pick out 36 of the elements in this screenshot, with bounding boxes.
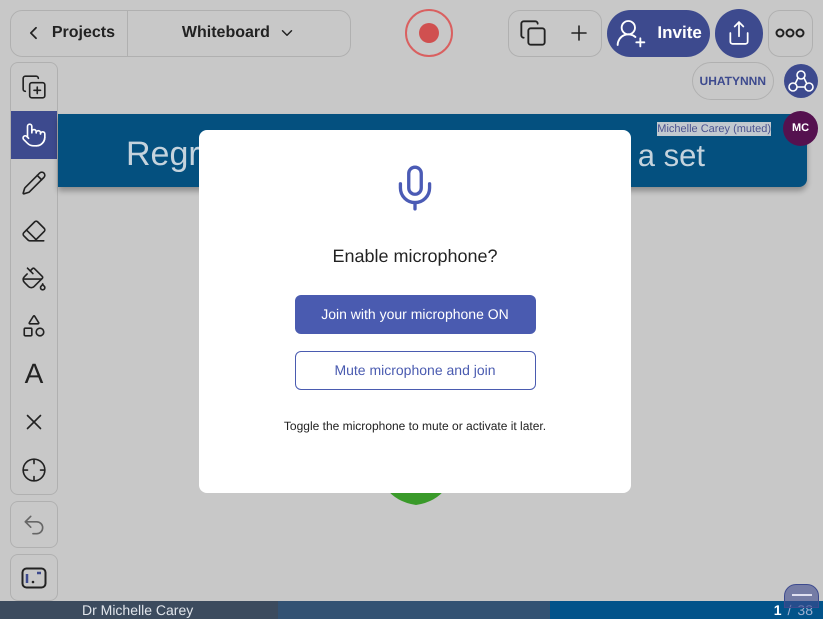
copy-plus-icon [21, 74, 47, 100]
record-button[interactable] [405, 9, 454, 57]
tool-button[interactable]: A [11, 350, 57, 398]
crosshair-icon [21, 457, 47, 484]
pages-icon [519, 19, 548, 47]
user-plus-icon [615, 17, 648, 49]
more-button[interactable] [768, 10, 813, 56]
pages-button[interactable] [519, 19, 548, 47]
tool-button[interactable] [11, 110, 57, 159]
paint-bucket-icon [21, 266, 47, 292]
dialog-title: Enable microphone? [332, 245, 498, 268]
presenter-label: Michelle Carey (muted) [657, 122, 771, 136]
eraser-icon [21, 218, 47, 244]
pencil-icon [21, 170, 47, 196]
page-number: 1 [774, 601, 782, 619]
board-title-dropdown[interactable]: Whiteboard [128, 21, 350, 45]
share-button[interactable] [714, 8, 763, 58]
frame-button[interactable] [10, 554, 58, 601]
dialog-hint: Toggle the microphone to mute or activate it later. [284, 418, 546, 435]
menu-icon [792, 593, 812, 597]
frame-icon [21, 566, 47, 589]
undo-button[interactable] [10, 501, 58, 548]
shapes-icon [21, 313, 47, 340]
slide-title-text: Regr [126, 137, 200, 171]
mute-and-join-button[interactable]: Mute microphone and join [294, 351, 536, 390]
speaker-name: Dr Michelle Carey [82, 602, 194, 618]
room-code-badge: UHATYNNN [692, 62, 774, 100]
presenter-avatar: MC [783, 111, 818, 146]
projects-button[interactable]: Projects [11, 10, 128, 56]
hand-pointer-icon [21, 122, 47, 148]
join-with-mic-button[interactable]: Join with your microphone ON [294, 295, 536, 334]
more-icon [775, 28, 806, 38]
network-icon [788, 69, 814, 93]
invite-button[interactable]: Invite [607, 10, 710, 56]
slide-title-text: a set [638, 140, 705, 171]
network-button[interactable] [784, 64, 818, 98]
